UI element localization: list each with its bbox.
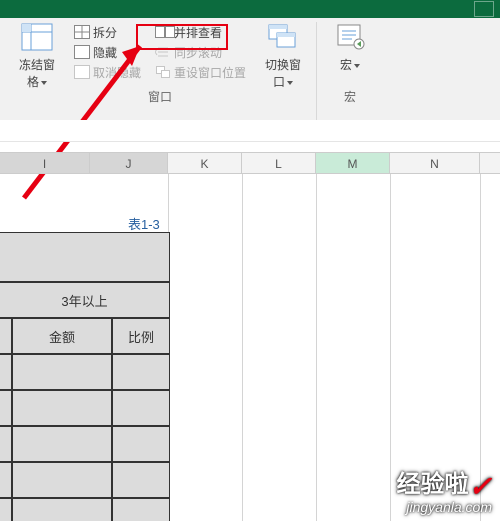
col-header-I[interactable]: I bbox=[0, 153, 90, 173]
reset-window-label: 重设窗口位置 bbox=[174, 64, 246, 81]
column-headers: I J K L M N bbox=[0, 152, 500, 174]
reset-window-pos-button: 重设窗口位置 bbox=[153, 62, 248, 82]
table-row bbox=[12, 390, 112, 426]
switch-windows-icon bbox=[267, 23, 299, 51]
formula-bar-spacer bbox=[0, 120, 500, 142]
chevron-down-icon bbox=[41, 81, 47, 85]
col-header-L[interactable]: L bbox=[242, 153, 316, 173]
unhide-icon bbox=[74, 65, 90, 79]
side-by-side-icon bbox=[155, 25, 171, 39]
watermark: 经验啦✓ jingyanla.com bbox=[397, 464, 492, 515]
chevron-down-icon bbox=[287, 81, 293, 85]
hide-button[interactable]: 隐藏 bbox=[72, 42, 143, 62]
spreadsheet-area: I J K L M N 表1-3 3年以上 bbox=[0, 130, 500, 521]
unhide-button: 取消隐藏 bbox=[72, 62, 143, 82]
chevron-down-icon bbox=[354, 64, 360, 68]
table-row bbox=[12, 354, 112, 390]
col-header-K[interactable]: K bbox=[168, 153, 242, 173]
table-row bbox=[0, 232, 170, 282]
table-row bbox=[112, 426, 170, 462]
watermark-text: 经验啦 bbox=[397, 471, 469, 498]
macros-icon bbox=[334, 23, 366, 51]
freeze-panes-button[interactable]: 冻结窗格 bbox=[12, 22, 62, 82]
table-row bbox=[112, 354, 170, 390]
split-label: 拆分 bbox=[93, 24, 117, 41]
side-by-side-label: 并排查看 bbox=[174, 24, 222, 41]
table-header-over-3-years: 3年以上 bbox=[0, 282, 170, 318]
freeze-panes-icon bbox=[21, 23, 53, 51]
reset-window-icon bbox=[155, 65, 171, 79]
table-header-ratio: 比例 bbox=[112, 318, 170, 354]
macros-label: 宏 bbox=[340, 58, 352, 72]
share-button[interactable] bbox=[474, 1, 494, 17]
col-header-N[interactable]: N bbox=[390, 153, 480, 173]
table-row bbox=[0, 498, 12, 521]
switch-windows-button[interactable]: 切换窗口 bbox=[258, 22, 308, 82]
split-button[interactable]: 拆分 bbox=[72, 22, 143, 42]
hide-icon bbox=[74, 45, 90, 59]
app-root: 冻结窗格 拆分 隐藏 bbox=[0, 0, 500, 521]
macros-button[interactable]: 宏 bbox=[325, 22, 375, 82]
split-icon bbox=[74, 25, 90, 39]
unhide-label: 取消隐藏 bbox=[93, 64, 141, 81]
view-side-by-side-button[interactable]: 并排查看 bbox=[153, 22, 248, 42]
table-row bbox=[112, 498, 170, 521]
table-row bbox=[12, 426, 112, 462]
table-row bbox=[0, 354, 12, 390]
group-label-macro: 宏 bbox=[344, 88, 356, 109]
switch-windows-label: 切换窗口 bbox=[265, 58, 301, 89]
table-row bbox=[0, 390, 12, 426]
col-header-M[interactable]: M bbox=[316, 153, 390, 173]
label-table-1-3: 表1-3 bbox=[128, 214, 160, 233]
table-row bbox=[0, 426, 12, 462]
sync-scroll-label: 同步滚动 bbox=[174, 44, 222, 61]
table-row bbox=[112, 390, 170, 426]
col-header-J[interactable]: J bbox=[90, 153, 168, 173]
hide-label: 隐藏 bbox=[93, 44, 117, 61]
quick-access-bar bbox=[0, 0, 500, 18]
sync-scroll-button: 同步滚动 bbox=[153, 42, 248, 62]
table-row bbox=[12, 498, 112, 521]
freeze-panes-label: 冻结窗格 bbox=[19, 58, 55, 89]
table-header-partial-left bbox=[0, 318, 12, 354]
sync-scroll-icon bbox=[155, 45, 171, 59]
table-header-amount: 金额 bbox=[12, 318, 112, 354]
table-row bbox=[0, 462, 12, 498]
checkmark-icon: ✓ bbox=[469, 470, 492, 503]
table-row bbox=[112, 462, 170, 498]
group-label-window: 窗口 bbox=[148, 88, 172, 109]
table-row bbox=[12, 462, 112, 498]
ribbon: 冻结窗格 拆分 隐藏 bbox=[0, 18, 500, 130]
